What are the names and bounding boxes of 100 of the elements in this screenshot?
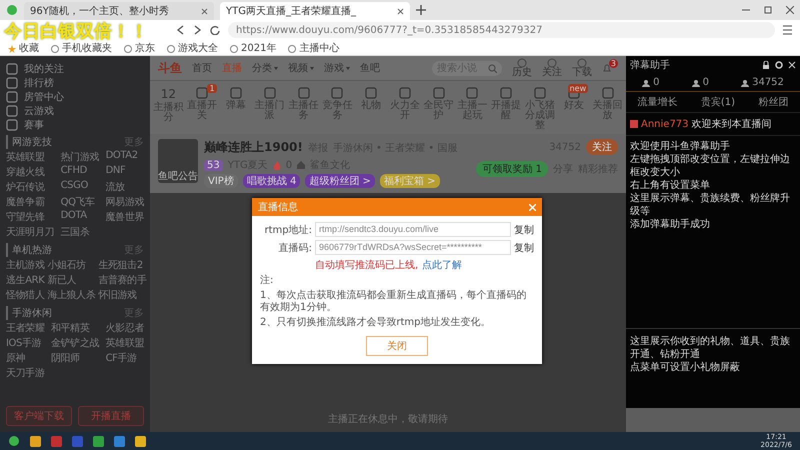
nav-link[interactable]: 游戏 xyxy=(324,61,350,75)
room-badge[interactable]: 超级粉丝团 > xyxy=(305,174,375,188)
close-button[interactable]: 关闭 xyxy=(366,336,428,356)
sidebar-button[interactable]: 开播直播 xyxy=(78,406,144,426)
category-link[interactable]: 天涯明月刀 xyxy=(6,225,54,239)
category-link[interactable]: 金铲铲之战 xyxy=(50,336,99,350)
message-text: 这里展示弹幕、贵族续费、粉丝牌升级等 xyxy=(630,192,791,218)
sidebar-item[interactable]: 我的关注 xyxy=(6,62,144,75)
lock-icon[interactable] xyxy=(762,61,770,69)
text-field[interactable]: 9606779rTdWRDsA?wsSecret=********** xyxy=(315,240,511,255)
message-text: 左键拖拽顶部改变位置，左键拉伸边框改变大小 xyxy=(630,153,791,179)
text-field[interactable]: rtmp://sendtc3.douyu.com/live xyxy=(315,222,511,237)
sidebar-item[interactable]: 赛事 xyxy=(6,118,144,131)
category-link[interactable]: 小姐石坊 xyxy=(47,258,96,272)
category-link[interactable]: 穿越火线 xyxy=(6,165,54,179)
shortcut-label[interactable]: 关注 xyxy=(542,68,562,78)
round-icon[interactable] xyxy=(517,58,527,68)
sidebar-button[interactable]: 客户端下载 xyxy=(6,406,72,426)
category-link[interactable]: 魔兽争霸 xyxy=(6,195,54,209)
category-link[interactable]: 英雄联盟 xyxy=(6,150,54,164)
category-link[interactable]: 吉普赛的手 xyxy=(98,273,146,287)
bookmark[interactable]: 主播中心 xyxy=(288,43,340,55)
menu-icon[interactable] xyxy=(783,25,792,35)
app-icon[interactable] xyxy=(114,436,125,446)
category-link[interactable]: 流放 xyxy=(106,180,144,194)
bookmark[interactable]: 游戏大全 xyxy=(167,43,218,55)
category-link[interactable]: 生死狙击2 xyxy=(98,258,146,272)
category-link[interactable]: 守望先锋 xyxy=(6,210,54,224)
bookmark[interactable]: 2021年 xyxy=(230,43,276,55)
category-link[interactable]: 原神 xyxy=(6,351,44,365)
nav-link[interactable]: 分类 xyxy=(252,61,278,75)
category-link[interactable]: CSGO xyxy=(60,180,99,194)
category-link[interactable]: 怀旧游戏 xyxy=(98,288,146,302)
category-link[interactable]: 火影忍者 xyxy=(106,321,144,335)
category-link[interactable]: 新已人 xyxy=(47,273,96,287)
copy-link[interactable]: 复制 xyxy=(514,240,534,254)
room-badge[interactable]: VIP榜 xyxy=(204,174,238,188)
browser-tab[interactable]: 96Y随机，一个主页、整小时秀 xyxy=(24,2,214,20)
sidebar-item[interactable]: 房管中心 xyxy=(6,90,144,103)
close-icon[interactable] xyxy=(786,6,794,14)
category-link[interactable]: CF手游 xyxy=(106,351,144,365)
category-link[interactable]: 天刀手游 xyxy=(6,366,44,380)
avatar-caption[interactable]: 鱼吧 xyxy=(158,169,178,183)
bookmark[interactable]: 手机收藏夹 xyxy=(51,43,112,55)
category-link[interactable]: 热门游戏 xyxy=(60,150,99,164)
info-link[interactable]: 点此了解 xyxy=(422,258,462,272)
shortcut-label[interactable]: 下载 xyxy=(572,68,592,78)
reward-button[interactable]: 可领取奖励 1 xyxy=(476,161,548,177)
restore-icon[interactable] xyxy=(764,6,772,14)
category-link[interactable]: 逃生ARK xyxy=(6,273,44,287)
category-link[interactable]: 怪物猎人 xyxy=(6,288,44,302)
browser-tab[interactable]: YTG两天直播_王者荣耀直播_ xyxy=(220,2,410,20)
reload-icon[interactable] xyxy=(210,25,220,35)
category-link[interactable]: 海上狼人杀 xyxy=(47,288,96,302)
category-link[interactable]: 王者荣耀 xyxy=(6,321,44,335)
category-link[interactable]: 魔兽世界 xyxy=(106,210,144,224)
address-field[interactable]: https://www.douyu.com/9606777?_t=0.35318585443279327 xyxy=(228,22,775,38)
category-link[interactable]: 三国杀 xyxy=(60,225,99,239)
nav-link[interactable]: 首页 xyxy=(192,61,212,75)
category-link[interactable]: 英雄联盟 xyxy=(106,336,144,350)
nav-link[interactable]: 鱼吧 xyxy=(360,61,380,75)
new-tab-icon[interactable] xyxy=(416,5,426,15)
follow-button[interactable]: 关注 xyxy=(586,139,618,155)
panel-tab[interactable]: 贵宾(1) xyxy=(700,95,736,109)
room-badge[interactable]: 唱歌挑战 4 xyxy=(242,174,300,188)
avatar-caption[interactable]: 公告 xyxy=(178,169,198,183)
app-icon[interactable] xyxy=(135,436,146,446)
start-icon[interactable] xyxy=(8,435,20,447)
category-link[interactable]: DNF xyxy=(106,165,144,179)
round-icon[interactable] xyxy=(577,58,587,68)
category-link[interactable]: DOTA2 xyxy=(106,150,144,164)
copy-link[interactable]: 复制 xyxy=(514,222,534,236)
shortcut-label[interactable]: 历史 xyxy=(512,68,532,78)
close-icon[interactable] xyxy=(397,8,404,14)
category-link[interactable]: DOTA xyxy=(60,210,99,224)
nav-link[interactable]: 视频 xyxy=(288,61,314,75)
category-link[interactable]: QQ飞车 xyxy=(60,195,99,209)
panel-tab[interactable]: 粉丝团 xyxy=(758,95,788,109)
sidebar-item[interactable]: 云游戏 xyxy=(6,104,144,117)
category-link[interactable]: 阴阳师 xyxy=(50,351,99,365)
category-link[interactable]: CFHD xyxy=(60,165,99,179)
app-icon[interactable] xyxy=(93,436,104,446)
username[interactable]: Annie773 xyxy=(641,118,689,130)
category-link[interactable]: 炉石传说 xyxy=(6,180,54,194)
gift-note: 点菜单可设置小礼物屏蔽 xyxy=(630,361,741,374)
bookmark[interactable]: 京东 xyxy=(124,43,155,55)
bookmark[interactable]: 收藏 xyxy=(8,43,39,55)
caption-text: 今日白银双倍！！ xyxy=(4,20,148,42)
category-link[interactable]: IOS手游 xyxy=(6,336,44,350)
sidebar-item[interactable]: 排行榜 xyxy=(6,76,144,89)
panel-tab[interactable]: 流量增长 xyxy=(638,95,678,109)
settings-icon[interactable] xyxy=(775,61,783,69)
back-icon[interactable] xyxy=(176,25,185,35)
category-link[interactable]: 网易游戏 xyxy=(106,195,144,209)
category-link[interactable]: 和平精英 xyxy=(50,321,99,335)
forward-icon[interactable] xyxy=(193,25,202,35)
category-link[interactable]: 主机游戏 xyxy=(6,258,44,272)
room-badge[interactable]: 福利宝箱 > xyxy=(380,174,440,188)
app-icon[interactable] xyxy=(30,436,41,446)
stat-value: 0 xyxy=(702,77,709,88)
